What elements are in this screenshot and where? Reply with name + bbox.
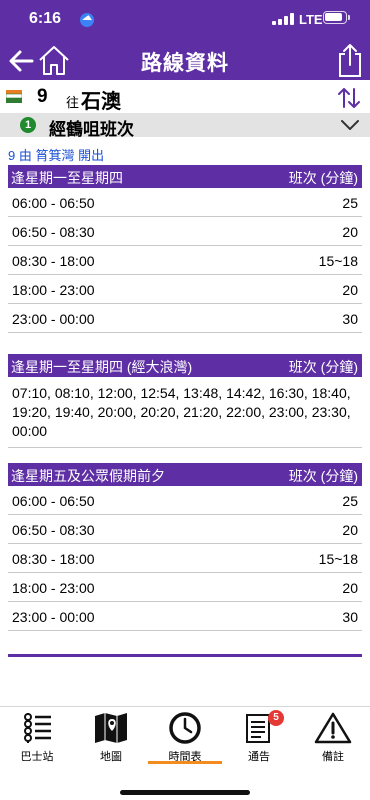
frequency-value: 15~18 — [318, 551, 358, 567]
frequency-value: 20 — [342, 224, 358, 240]
timetable-section-header: 逢星期一至星期四 班次 (分鐘) — [8, 165, 362, 188]
frequency-header: 班次 (分鐘) — [288, 468, 358, 484]
section-title: 逢星期一至星期四 — [11, 170, 123, 186]
destination-prefix: 往 — [66, 95, 80, 110]
home-indicator[interactable] — [120, 790, 250, 795]
tab-bus-stops[interactable]: 巴士站 — [0, 707, 74, 773]
time-period: 06:00 - 06:50 — [12, 195, 95, 211]
timetable-row: 23:00 - 00:00 30 — [8, 304, 362, 333]
frequency-header: 班次 (分鐘) — [288, 170, 358, 186]
status-bar: 6:16 LTE — [0, 0, 370, 40]
clock-icon — [169, 712, 201, 744]
home-icon — [39, 46, 69, 75]
timetable-row: 23:00 - 00:00 30 — [8, 602, 362, 631]
bottom-tab-bar: 巴士站 地圖 時間表 5 通告 備註 — [0, 706, 370, 772]
notice-count-badge: 5 — [268, 710, 284, 726]
timetable-row: 06:00 - 06:50 25 — [8, 188, 362, 217]
tab-label: 備註 — [322, 751, 344, 763]
back-button[interactable] — [6, 44, 36, 78]
section-divider — [8, 654, 362, 657]
tab-label: 通告 — [248, 751, 270, 763]
section-title: 逢星期一至星期四 (經大浪灣) — [11, 359, 193, 375]
share-icon — [339, 44, 361, 77]
origin-info: 9 由 筲箕灣 開出 — [8, 148, 105, 163]
time-period: 08:30 - 18:00 — [12, 253, 95, 269]
timetable-section: 逢星期一至星期四 (經大浪灣) 班次 (分鐘) 07:10, 08:10, 12… — [8, 354, 362, 448]
section-title: 逢星期五及公眾假期前夕 — [11, 468, 165, 484]
frequency-value: 30 — [342, 609, 358, 625]
bus-icon — [6, 90, 22, 103]
bus-stop-list-icon — [24, 713, 51, 743]
frequency-value: 15~18 — [318, 253, 358, 269]
frequency-value: 20 — [342, 522, 358, 538]
timetable-section: 逢星期一至星期四 班次 (分鐘) 06:00 - 06:50 25 06:50 -… — [8, 165, 362, 333]
chevron-down-icon[interactable] — [340, 117, 360, 133]
tab-map[interactable]: 地圖 — [74, 707, 148, 773]
route-destination: 石澳 — [81, 91, 121, 113]
time-period: 06:00 - 06:50 — [12, 493, 95, 509]
network-type: LTE — [299, 12, 323, 27]
time-period: 06:50 - 08:30 — [12, 522, 95, 538]
back-arrow-icon — [9, 50, 34, 72]
time-period: 08:30 - 18:00 — [12, 551, 95, 567]
swap-direction-button[interactable] — [337, 87, 361, 109]
route-variant-selector[interactable]: 1 經鶴咀班次 — [0, 113, 370, 139]
home-button[interactable] — [37, 43, 71, 77]
swap-direction-icon — [338, 88, 360, 108]
share-button[interactable] — [337, 42, 363, 78]
timetable-row: 18:00 - 23:00 20 — [8, 275, 362, 304]
active-tab-indicator — [148, 761, 222, 764]
timetable-row: 06:50 - 08:30 20 — [8, 515, 362, 544]
timetable-section-header: 逢星期五及公眾假期前夕 班次 (分鐘) — [8, 463, 362, 486]
map-icon — [95, 713, 127, 743]
tab-notices[interactable]: 5 通告 — [222, 707, 296, 773]
timetable-section-header: 逢星期一至星期四 (經大浪灣) 班次 (分鐘) — [8, 354, 362, 377]
tab-label: 地圖 — [100, 751, 122, 763]
timetable-row: 08:30 - 18:00 15~18 — [8, 544, 362, 573]
page-title: 路線資料 — [141, 52, 229, 75]
battery-icon — [323, 11, 350, 24]
cellular-signal-icon — [272, 13, 296, 25]
location-arrow-icon — [80, 13, 94, 27]
app-screen: 6:16 LTE 路線資料 9 往 石澳 1 經鶴咀班次 9 由 筲箕灣 開出 … — [0, 0, 370, 800]
time-period: 18:00 - 23:00 — [12, 282, 95, 298]
variant-label: 經鶴咀班次 — [49, 120, 134, 139]
time-period: 06:50 - 08:30 — [12, 224, 95, 240]
variant-number-badge: 1 — [20, 117, 36, 133]
status-time: 6:16 — [29, 10, 62, 27]
timetable-row: 06:50 - 08:30 20 — [8, 217, 362, 246]
frequency-header: 班次 (分鐘) — [288, 359, 358, 375]
tab-remarks[interactable]: 備註 — [296, 707, 370, 773]
timetable-row: 08:30 - 18:00 15~18 — [8, 246, 362, 275]
app-header: 6:16 LTE 路線資料 — [0, 0, 370, 80]
nav-bar: 路線資料 — [0, 40, 370, 80]
time-period: 23:00 - 00:00 — [12, 609, 95, 625]
time-period: 18:00 - 23:00 — [12, 580, 95, 596]
timetable-section: 逢星期五及公眾假期前夕 班次 (分鐘) 06:00 - 06:50 25 06:5… — [8, 463, 362, 631]
timetable-row: 18:00 - 23:00 20 — [8, 573, 362, 602]
frequency-value: 20 — [342, 580, 358, 596]
departure-times-list: 07:10, 08:10, 12:00, 12:54, 13:48, 14:42… — [8, 377, 362, 448]
frequency-value: 25 — [342, 493, 358, 509]
frequency-value: 20 — [342, 282, 358, 298]
timetable-row: 06:00 - 06:50 25 — [8, 486, 362, 515]
route-number: 9 — [37, 86, 48, 107]
warning-icon — [314, 712, 352, 744]
frequency-value: 30 — [342, 311, 358, 327]
tab-label: 巴士站 — [20, 751, 54, 763]
frequency-value: 25 — [342, 195, 358, 211]
route-info-row: 9 往 石澳 — [0, 82, 370, 113]
time-period: 23:00 - 00:00 — [12, 311, 95, 327]
